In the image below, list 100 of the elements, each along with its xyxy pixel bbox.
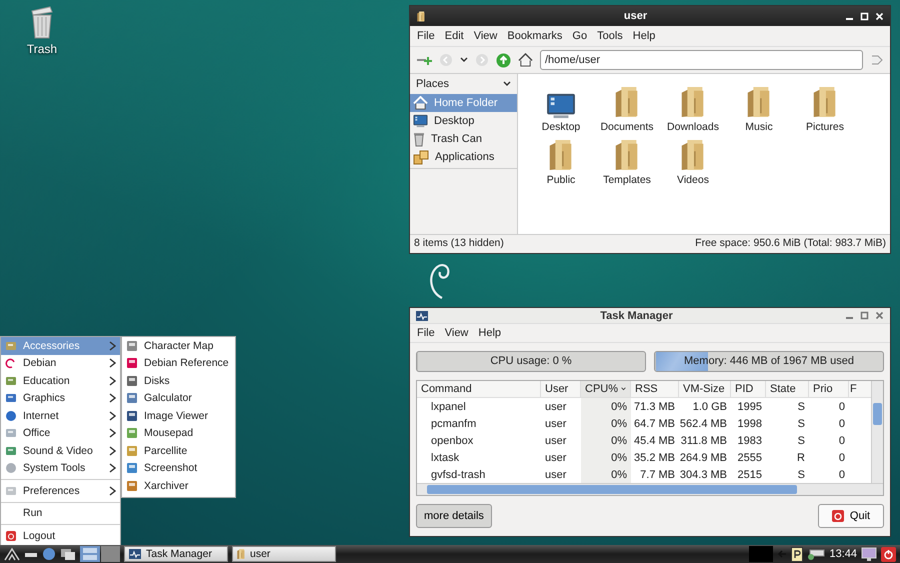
menu-item[interactable]: Preferences [1,482,120,500]
places-item[interactable]: Trash Can [410,130,517,148]
menu-item[interactable]: Debian [1,354,120,372]
taskbar-button[interactable]: Task Manager [124,546,228,562]
chevron-icon [109,393,116,404]
applications-icon [413,150,429,164]
table-cell-text: 0 [838,400,846,414]
column-header[interactable]: F [849,381,871,398]
table-cell-text: 64.7 MB [633,416,676,432]
menu-item[interactable]: Go [572,30,588,42]
menu-item[interactable]: View [474,30,498,42]
tray-applet [749,546,774,562]
menu-item[interactable]: Mousepad [122,424,235,442]
menu-item[interactable]: Disks [122,372,235,390]
vertical-scrollbar[interactable] [871,381,883,483]
menu-item[interactable]: Help [478,327,502,339]
globe-icon[interactable] [42,547,56,561]
menu-item[interactable]: Screenshot [122,460,235,477]
menu-item[interactable]: Help [632,30,656,42]
menu-item[interactable]: Character Map [122,337,235,354]
desktop-icon-label: Trash [26,42,58,56]
menu-item[interactable]: Galculator [122,390,235,407]
menu-item[interactable]: Tools [597,30,623,42]
file-label[interactable]: Desktop [542,121,580,133]
table-cell-text: user [544,434,568,448]
menu-item[interactable]: Logout [1,527,120,544]
monitor-icon[interactable] [861,546,877,562]
places-item[interactable]: Desktop [410,112,517,130]
menu-icon[interactable] [4,547,20,561]
file-label[interactable]: Pictures [806,121,844,133]
column-header[interactable]: Command [417,381,541,398]
table-cell: 0% [581,415,631,432]
file-label[interactable]: Downloads [667,121,719,133]
menu-item[interactable]: Debian Reference [122,354,235,372]
table-cell-text: openbox [430,434,474,448]
table-cell-text: 562.4 MB [679,416,728,432]
table-cell-text: user [544,450,568,466]
table-cell-text: 7.7 MB [639,468,676,482]
windows-icon[interactable] [60,548,76,560]
taskbar-button[interactable]: user [232,546,336,562]
clock[interactable]: 13:44 [829,548,857,560]
column-header[interactable]: RSS [631,381,679,398]
table-cell: 0% [581,398,631,415]
menu-item[interactable]: View [444,327,468,339]
table-cell-text: S [796,400,806,414]
table-cell-text: user [544,416,568,432]
app-icon [126,427,138,440]
window-title: user [622,10,648,22]
file-label[interactable]: Videos [677,174,709,186]
table-cell-text: 1995 [736,400,763,414]
power-icon [832,510,844,522]
menu-item[interactable]: Education [1,372,120,390]
horizontal-scrollbar[interactable] [417,483,883,495]
menu-item[interactable]: Bookmarks [507,30,562,42]
table-cell: 0% [581,432,631,449]
column-header[interactable]: User [541,381,581,398]
table-cell-text: 35.2 MB [633,450,676,466]
home-icon[interactable] [518,53,533,67]
cpu-usage-bar: CPU usage: 0 % [416,351,646,372]
location-field[interactable]: /home/user [540,50,863,70]
clipboard-icon[interactable] [791,546,804,562]
column-header[interactable]: State [766,381,809,398]
column-header[interactable]: CPU% [581,381,631,398]
places-item[interactable]: Applications [410,148,517,166]
app-icon [126,444,138,457]
quit-button[interactable]: Quit [818,504,884,528]
network-icon[interactable] [807,548,826,560]
menu-item[interactable]: Edit [444,30,464,42]
app-icon [126,462,138,474]
power-icon [5,530,17,542]
new-tab-icon[interactable] [416,54,432,66]
menu-item[interactable]: Run [1,504,120,522]
monitor-icon [128,549,142,559]
more-details-button[interactable]: more details [416,504,492,528]
menu-item[interactable]: File [417,327,435,339]
menu-item[interactable]: Graphics [1,390,120,407]
menu-item[interactable]: Sound & Video [1,442,120,460]
menu-item[interactable]: Xarchiver [122,477,235,494]
caret-icon[interactable] [460,57,468,63]
menu-item[interactable]: File [417,30,435,42]
caret-icon[interactable] [503,81,511,87]
column-header[interactable]: VM-Size [679,381,731,398]
menu-item[interactable]: Office [1,424,120,442]
file-label[interactable]: Documents [600,121,654,133]
menu-item[interactable]: Parcellite [122,442,235,460]
power-icon[interactable] [881,546,896,562]
table-cell-text: S [796,434,806,448]
up-icon[interactable] [496,52,511,68]
trash-icon[interactable] [29,5,55,39]
column-header[interactable]: Prio [809,381,849,398]
menu-item[interactable]: System Tools [1,460,120,477]
table-cell-text: 2515 [736,468,763,482]
file-label[interactable]: Templates [603,174,651,186]
file-label[interactable]: Music [745,121,773,133]
chevron-icon [109,463,116,474]
workspace-pager-icon[interactable] [80,546,120,562]
menu-item[interactable]: Internet [1,407,120,424]
column-header[interactable]: PID [731,381,766,398]
file-label[interactable]: Public [546,174,576,186]
menu-item[interactable]: Image Viewer [122,407,235,424]
